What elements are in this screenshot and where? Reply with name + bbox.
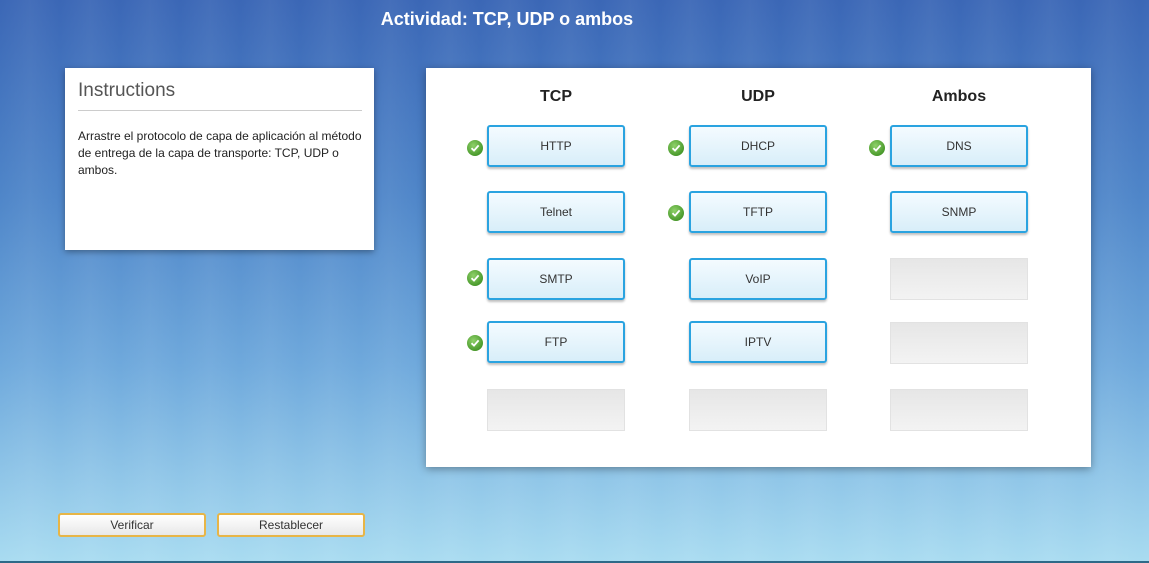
empty-drop-slot[interactable] (689, 389, 827, 431)
drop-board: TCP UDP Ambos HTTP Telnet SMTP FTP DHCP … (426, 68, 1091, 467)
check-icon (467, 335, 483, 351)
reset-button[interactable]: Restablecer (217, 513, 365, 537)
protocol-chip-ftp[interactable]: FTP (487, 321, 625, 363)
empty-drop-slot[interactable] (890, 389, 1028, 431)
protocol-chip-dhcp[interactable]: DHCP (689, 125, 827, 167)
instructions-panel: Instructions Arrastre el protocolo de ca… (65, 68, 374, 250)
protocol-chip-snmp[interactable]: SNMP (890, 191, 1028, 233)
protocol-chip-telnet[interactable]: Telnet (487, 191, 625, 233)
verify-button[interactable]: Verificar (58, 513, 206, 537)
protocol-chip-tftp[interactable]: TFTP (689, 191, 827, 233)
page-title: Actividad: TCP, UDP o ambos (380, 9, 634, 29)
column-title-udp: UDP (741, 88, 775, 105)
empty-drop-slot[interactable] (487, 389, 625, 431)
empty-drop-slot[interactable] (890, 322, 1028, 364)
check-icon (467, 270, 483, 286)
empty-drop-slot[interactable] (890, 258, 1028, 300)
check-icon (467, 140, 483, 156)
protocol-chip-smtp[interactable]: SMTP (487, 258, 625, 300)
check-icon (668, 205, 684, 221)
protocol-chip-voip[interactable]: VoIP (689, 258, 827, 300)
instructions-text: Arrastre el protocolo de capa de aplicac… (78, 129, 362, 177)
protocol-chip-http[interactable]: HTTP (487, 125, 625, 167)
column-title-tcp: TCP (540, 88, 572, 105)
check-icon (869, 140, 885, 156)
column-title-both: Ambos (931, 88, 987, 105)
instructions-heading: Instructions (78, 80, 362, 111)
check-icon (668, 140, 684, 156)
protocol-chip-dns[interactable]: DNS (890, 125, 1028, 167)
protocol-chip-iptv[interactable]: IPTV (689, 321, 827, 363)
